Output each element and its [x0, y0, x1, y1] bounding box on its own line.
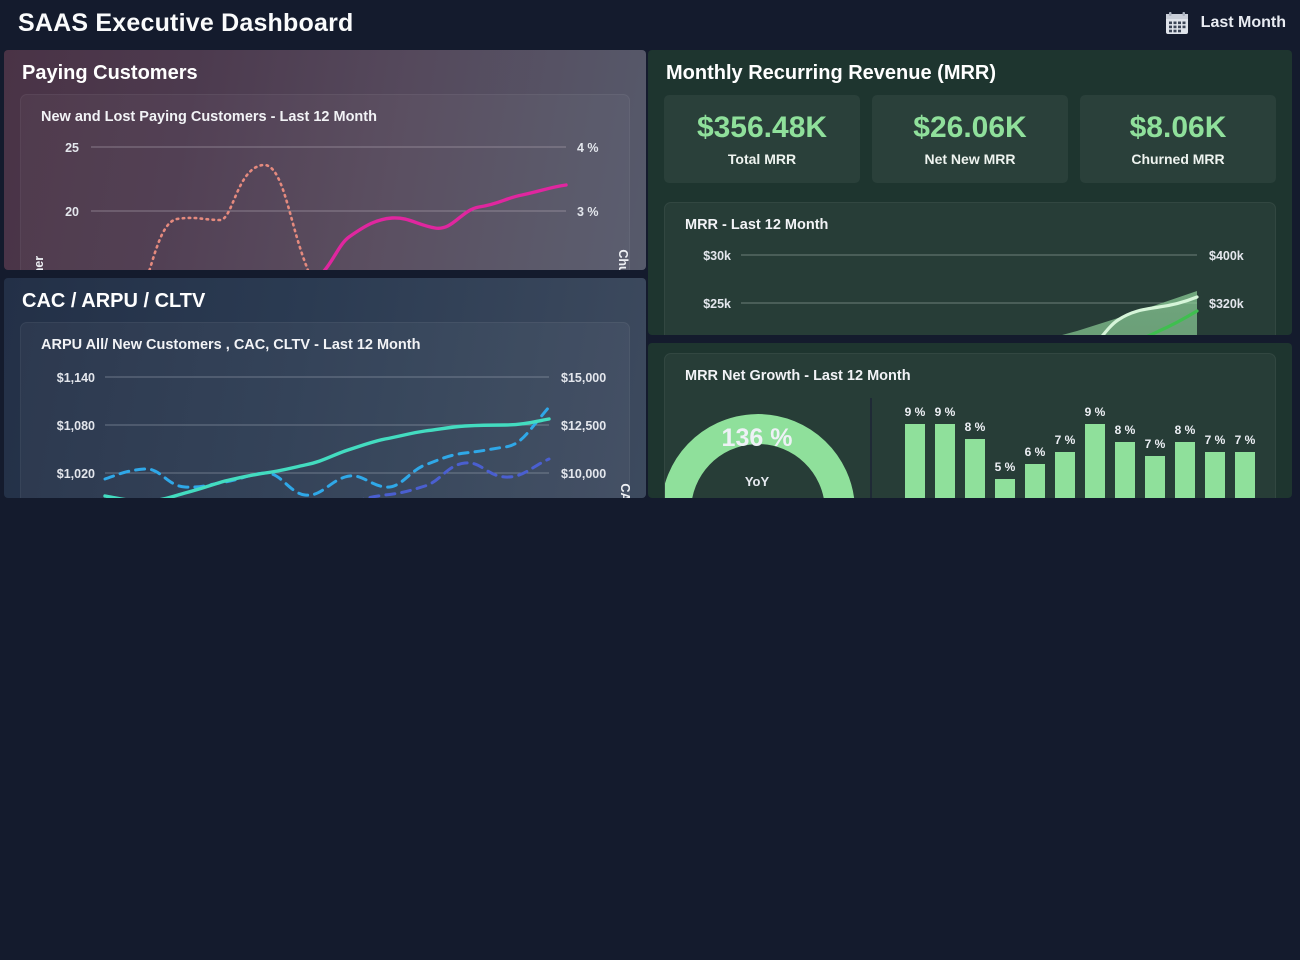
- gauge-mrr-net-growth: 136 % YoY 0 150: [665, 413, 855, 498]
- bar-value-labels: 9 % 9 % 8 % 5 % 6 % 7 % 9 % 8 % 7 % 8 % 7 % 7 …: [905, 405, 1256, 474]
- svg-text:6 %: 6 %: [1025, 445, 1046, 459]
- svg-text:9 %: 9 %: [905, 405, 926, 419]
- bar-may-2018: [995, 478, 1015, 498]
- bar-aug-2018: [1085, 423, 1105, 498]
- kpi-label-total-mrr: Total MRR: [727, 151, 797, 167]
- bar-sep-2018: [1115, 441, 1135, 498]
- svg-text:5 %: 5 %: [995, 460, 1016, 474]
- y-axis-customer-ticks: 2520 1510 5: [65, 141, 79, 270]
- chart-mrr[interactable]: $30k$25k $20k$15k $10k$5k MRR $400k$320k…: [665, 233, 1277, 335]
- kpi-value-net-new-mrr: $26.06K: [913, 111, 1027, 144]
- svg-text:8 %: 8 %: [1175, 423, 1196, 437]
- svg-text:$30k: $30k: [703, 249, 731, 263]
- page-title: SAAS Executive Dashboard: [18, 8, 354, 37]
- panel-title-paying-customers: Paying Customers: [22, 62, 198, 84]
- date-range-selector[interactable]: Last Month: [1165, 11, 1286, 35]
- svg-text:9 %: 9 %: [1085, 405, 1106, 419]
- gauge-sub-label: YoY: [745, 474, 770, 489]
- y-axis-mrr-ticks: $30k$25k $20k$15k $10k$5k: [703, 249, 731, 311]
- bar-chart-mrr-net-growth: 9 % 9 % 8 % 5 % 6 % 7 % 9 % 8 % 7 % 8 % 7 % 7 …: [905, 405, 1256, 498]
- series-new-paying-customer: [322, 183, 568, 270]
- bar-jul-2018: [1055, 451, 1075, 498]
- bar-jan-2019: [1235, 451, 1255, 498]
- bar-apr-2018: [965, 438, 985, 498]
- y2-axis-churn-ticks: 4 %3 % 3 %2 % 2 %: [577, 141, 599, 270]
- panel-mrr-net-growth: MRR Net Growth - Last 12 Month 136 % YoY…: [648, 342, 1292, 498]
- svg-text:8 %: 8 %: [965, 420, 986, 434]
- svg-text:$15,000: $15,000: [561, 371, 606, 385]
- svg-text:7 %: 7 %: [1205, 433, 1226, 447]
- panel-title-cac-arpu-cltv: CAC / ARPU / CLTV: [22, 290, 206, 312]
- svg-text:$12,500: $12,500: [561, 419, 606, 433]
- bar-mar-2018: [935, 423, 955, 498]
- panel-cac-arpu-cltv: CAC / ARPU / CLTV ARPU All/ New Customer…: [4, 278, 646, 498]
- series-churn-rate-paying-customer: [148, 163, 310, 270]
- panel-title-mrr: Monthly Recurring Revenue (MRR): [666, 62, 997, 84]
- series-arpu-all-customer: [362, 457, 551, 498]
- bar-jun-2018: [1025, 463, 1045, 498]
- dashboard-root: SAAS Executive Dashboard Last Month Payi…: [0, 0, 1300, 960]
- kpi-label-net-new-mrr: Net New MRR: [924, 151, 1016, 167]
- svg-text:$320k: $320k: [1209, 297, 1244, 311]
- svg-text:25: 25: [65, 141, 79, 155]
- svg-text:9 %: 9 %: [935, 405, 956, 419]
- date-range-label: Last Month: [1200, 14, 1286, 31]
- kpi-total-mrr[interactable]: $356.48K Total MRR: [664, 95, 860, 183]
- kpi-value-churned-mrr: $8.06K: [1129, 111, 1227, 144]
- svg-text:$25k: $25k: [703, 297, 731, 311]
- chart-mrr-net-growth[interactable]: 136 % YoY 0 150: [665, 384, 1277, 498]
- panel-paying-customers: Paying Customers New and Lost Paying Cus…: [4, 50, 646, 270]
- bar-oct-2018: [1145, 455, 1165, 498]
- y-axis-arpu-ticks: $1,140$1,080 $1,020$960 $900$840: [57, 371, 95, 481]
- svg-text:3 %: 3 %: [577, 205, 599, 219]
- bar-dec-2018: [1205, 451, 1225, 498]
- chart-title-mrr: MRR - Last 12 Month: [685, 217, 829, 233]
- svg-text:$400k: $400k: [1209, 249, 1244, 263]
- svg-text:7 %: 7 %: [1055, 433, 1076, 447]
- chart-card-cac-arpu-cltv: ARPU All/ New Customers , CAC, CLTV - La…: [20, 322, 631, 498]
- svg-text:3 %: 3 %: [577, 269, 599, 270]
- kpi-value-total-mrr: $356.48K: [696, 111, 828, 144]
- app-header: SAAS Executive Dashboard Last Month: [0, 0, 1300, 46]
- gauge-value-label: 136 %: [722, 424, 793, 452]
- svg-text:$10,000: $10,000: [561, 467, 606, 481]
- svg-text:20: 20: [65, 205, 79, 219]
- y2-axis-title-churn: Churn Rate: [616, 249, 630, 270]
- panel-mrr: Monthly Recurring Revenue (MRR) $356.48K…: [648, 50, 1292, 335]
- y2-axis-title-cac-cltv: CAC | CLTV: [618, 483, 631, 498]
- kpi-net-new-mrr[interactable]: $26.06K Net New MRR: [872, 95, 1068, 183]
- chart-card-mrr-net-growth: MRR Net Growth - Last 12 Month 136 % YoY…: [664, 352, 1277, 498]
- chart-title-paying-customers: New and Lost Paying Customers - Last 12 …: [41, 109, 377, 125]
- left-column: Paying Customers New and Lost Paying Cus…: [0, 46, 648, 498]
- svg-text:8 %: 8 %: [1115, 423, 1136, 437]
- svg-text:$1,080: $1,080: [57, 419, 95, 433]
- svg-text:4 %: 4 %: [577, 141, 599, 155]
- svg-text:$1,140: $1,140: [57, 371, 95, 385]
- chart-paying-customers[interactable]: 2520 1510 5 Customer 4 %3 % 3 %2 % 2 % C…: [21, 125, 631, 270]
- chart-card-paying-customers: New and Lost Paying Customers - Last 12 …: [20, 94, 630, 270]
- y2-axis-total-mrr-ticks: $400k$320k $240k$160k $80k$0k: [1209, 249, 1244, 311]
- svg-text:15: 15: [65, 269, 79, 270]
- chart-title-mrr-net-growth: MRR Net Growth - Last 12 Month: [685, 367, 911, 384]
- chart-title-cac-arpu-cltv: ARPU All/ New Customers , CAC, CLTV - La…: [41, 337, 421, 353]
- bar-feb-2018: [905, 423, 925, 498]
- calendar-icon: [1165, 11, 1188, 34]
- y2-axis-cac-cltv-ticks: $15,000$12,500 $10,000$7,500 $5,000$2,50…: [561, 371, 606, 481]
- kpi-label-churned-mrr: Churned MRR: [1131, 151, 1225, 167]
- dashboard-grid: Paying Customers New and Lost Paying Cus…: [0, 46, 1300, 960]
- svg-text:7 %: 7 %: [1235, 433, 1256, 447]
- svg-text:$1,020: $1,020: [57, 467, 95, 481]
- svg-text:7 %: 7 %: [1145, 437, 1166, 451]
- chart-cac-arpu-cltv[interactable]: $1,140$1,080 $1,020$960 $900$840 ARPU $1…: [21, 353, 631, 498]
- kpi-row: $356.48K Total MRR $26.06K Net New MRR $…: [648, 95, 1292, 183]
- bar-nov-2018: [1175, 441, 1195, 498]
- right-column: Monthly Recurring Revenue (MRR) $356.48K…: [648, 46, 1300, 498]
- kpi-churned-mrr[interactable]: $8.06K Churned MRR: [1080, 95, 1276, 183]
- y-axis-title-customer: Customer: [32, 256, 46, 270]
- chart-card-mrr: MRR - Last 12 Month $30k $25k $400k $320…: [664, 202, 1276, 335]
- series-arpu-new-customer: [103, 405, 551, 497]
